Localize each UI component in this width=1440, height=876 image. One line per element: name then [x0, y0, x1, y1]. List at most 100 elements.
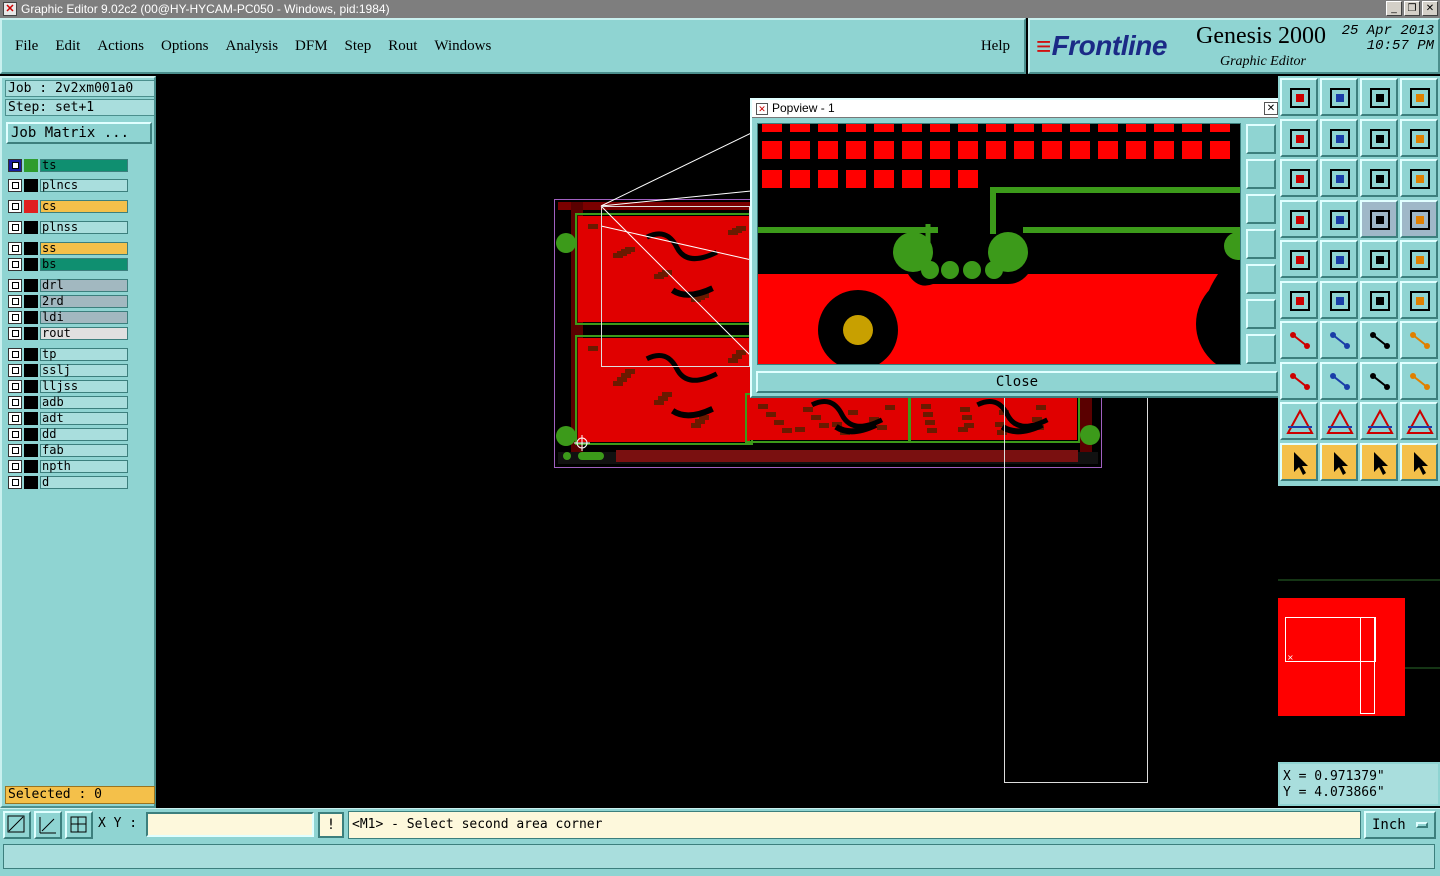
center-view-button[interactable]	[1320, 159, 1358, 197]
node-edit-button[interactable]	[1400, 442, 1438, 481]
popview-canvas[interactable]	[757, 123, 1241, 365]
popview-zoom-in-icon[interactable]	[1246, 124, 1276, 154]
pointer-select-button[interactable]	[1360, 442, 1398, 481]
split-view-button[interactable]	[1400, 78, 1438, 116]
popview-pan-left-icon[interactable]	[1246, 229, 1276, 259]
layer-checkbox[interactable]	[8, 379, 22, 393]
triangle-cross-button[interactable]	[1360, 402, 1398, 440]
triangle-button[interactable]	[1280, 402, 1318, 440]
layer-down-button[interactable]	[1320, 78, 1358, 116]
layer-checkbox[interactable]	[8, 199, 22, 213]
layer-checkbox[interactable]	[8, 443, 22, 457]
layer-row-adb[interactable]: adb	[8, 395, 128, 409]
layer-checkbox[interactable]	[8, 220, 22, 234]
move-right-button[interactable]	[1320, 118, 1358, 157]
layer-checkbox[interactable]	[8, 310, 22, 324]
mirror-button[interactable]	[1400, 118, 1438, 157]
triangle-alt-button[interactable]	[1320, 402, 1358, 440]
dot-snap-button[interactable]	[1360, 280, 1398, 319]
layer-compare-button[interactable]	[1360, 199, 1398, 238]
layer-up-button[interactable]	[1280, 78, 1318, 116]
layer-row-bs[interactable]: bs	[8, 257, 128, 271]
arc-button[interactable]	[1360, 321, 1398, 359]
layer-checkbox[interactable]	[8, 241, 22, 255]
layer-row-ss[interactable]: ss	[8, 241, 128, 255]
properties-button[interactable]	[1280, 199, 1318, 238]
pointer-alt-button[interactable]	[1320, 442, 1358, 481]
menu-edit[interactable]: Edit	[55, 38, 80, 55]
layer-row-npth[interactable]: npth	[8, 459, 128, 473]
layer-row-ldi[interactable]: ldi	[8, 310, 128, 324]
layer-checkbox[interactable]	[8, 326, 22, 340]
cluster-button[interactable]	[1400, 361, 1438, 400]
grid-view-button[interactable]	[1320, 199, 1358, 238]
layer-row-2rd[interactable]: 2rd	[8, 294, 128, 308]
layer-checkbox[interactable]	[8, 178, 22, 192]
layer-row-lljss[interactable]: lljss	[8, 379, 128, 393]
popview-pan-right-icon[interactable]	[1246, 264, 1276, 294]
help-query-button[interactable]	[1400, 159, 1438, 197]
pad-flag-button[interactable]	[1280, 361, 1318, 400]
layer-row-d[interactable]: d	[8, 475, 128, 489]
menu-file[interactable]: File	[15, 38, 38, 55]
menu-actions[interactable]: Actions	[97, 38, 144, 55]
close-window-button[interactable]: ✕	[1422, 1, 1438, 16]
units-selector[interactable]: Inch	[1364, 811, 1436, 839]
popview-fit-icon[interactable]	[1246, 299, 1276, 329]
layer-checkbox[interactable]	[8, 278, 22, 292]
connector-button[interactable]	[1400, 321, 1438, 359]
layer-row-plnss[interactable]: plnss	[8, 220, 128, 234]
menu-windows[interactable]: Windows	[434, 38, 491, 55]
layer-row-adt[interactable]: adt	[8, 411, 128, 425]
add-line-button[interactable]	[1320, 240, 1358, 278]
menu-rout[interactable]: Rout	[388, 38, 417, 55]
xy-input[interactable]	[146, 812, 314, 837]
popview-pan-down-icon[interactable]	[1246, 194, 1276, 224]
cross-snap-button[interactable]	[1320, 280, 1358, 319]
minus-line-button[interactable]	[1320, 361, 1358, 400]
measure-mode-button[interactable]	[34, 811, 62, 839]
menu-options[interactable]: Options	[161, 38, 209, 55]
overview-map[interactable]: ×	[1278, 484, 1440, 762]
layer-checkbox[interactable]	[8, 427, 22, 441]
triangle-split-button[interactable]	[1400, 402, 1438, 440]
layer-checkbox[interactable]	[8, 411, 22, 425]
layer-row-drl[interactable]: drl	[8, 278, 128, 292]
layer-checkbox[interactable]	[8, 294, 22, 308]
menu-help[interactable]: Help	[981, 38, 1010, 55]
layer-checkbox[interactable]	[8, 363, 22, 377]
layer-checkbox[interactable]	[8, 347, 22, 361]
snap-mode-button[interactable]	[3, 811, 31, 839]
layer-checkbox[interactable]	[8, 158, 22, 172]
grid-mode-button[interactable]	[65, 811, 93, 839]
add-pad-button[interactable]	[1280, 240, 1318, 278]
layer-row-ts[interactable]: ts	[8, 158, 128, 172]
fit-view-button[interactable]	[1280, 159, 1318, 197]
home-button[interactable]	[1360, 78, 1398, 116]
layer-compare-alt-button[interactable]	[1400, 199, 1438, 238]
job-matrix-button[interactable]: Job Matrix ...	[6, 122, 152, 144]
move-left-button[interactable]	[1280, 118, 1318, 157]
layer-row-sslj[interactable]: sslj	[8, 363, 128, 377]
layer-checkbox[interactable]	[8, 257, 22, 271]
circle-select-button[interactable]	[1400, 240, 1438, 278]
popview-close-icon[interactable]: ✕	[1264, 102, 1278, 115]
layer-checkbox[interactable]	[8, 459, 22, 473]
menu-step[interactable]: Step	[345, 38, 372, 55]
scale-1-2-button[interactable]	[1360, 159, 1398, 197]
layer-row-dd[interactable]: dd	[8, 427, 128, 441]
popview-zoom-home-icon[interactable]	[1246, 334, 1276, 364]
popview-pan-up-icon[interactable]	[1246, 159, 1276, 189]
layer-row-cs[interactable]: cs	[8, 199, 128, 213]
diagonal-line-button[interactable]	[1320, 321, 1358, 359]
menu-dfm[interactable]: DFM	[295, 38, 328, 55]
layer-checkbox[interactable]	[8, 475, 22, 489]
menu-analysis[interactable]: Analysis	[226, 38, 279, 55]
layer-row-rout[interactable]: rout	[8, 326, 128, 340]
layer-row-fab[interactable]: fab	[8, 443, 128, 457]
line-snap-button[interactable]	[1400, 280, 1438, 319]
maximize-button[interactable]: ❐	[1404, 1, 1420, 16]
rotate-button[interactable]	[1360, 118, 1398, 157]
layer-row-plncs[interactable]: plncs	[8, 178, 128, 192]
snap-node-button[interactable]	[1280, 280, 1318, 319]
